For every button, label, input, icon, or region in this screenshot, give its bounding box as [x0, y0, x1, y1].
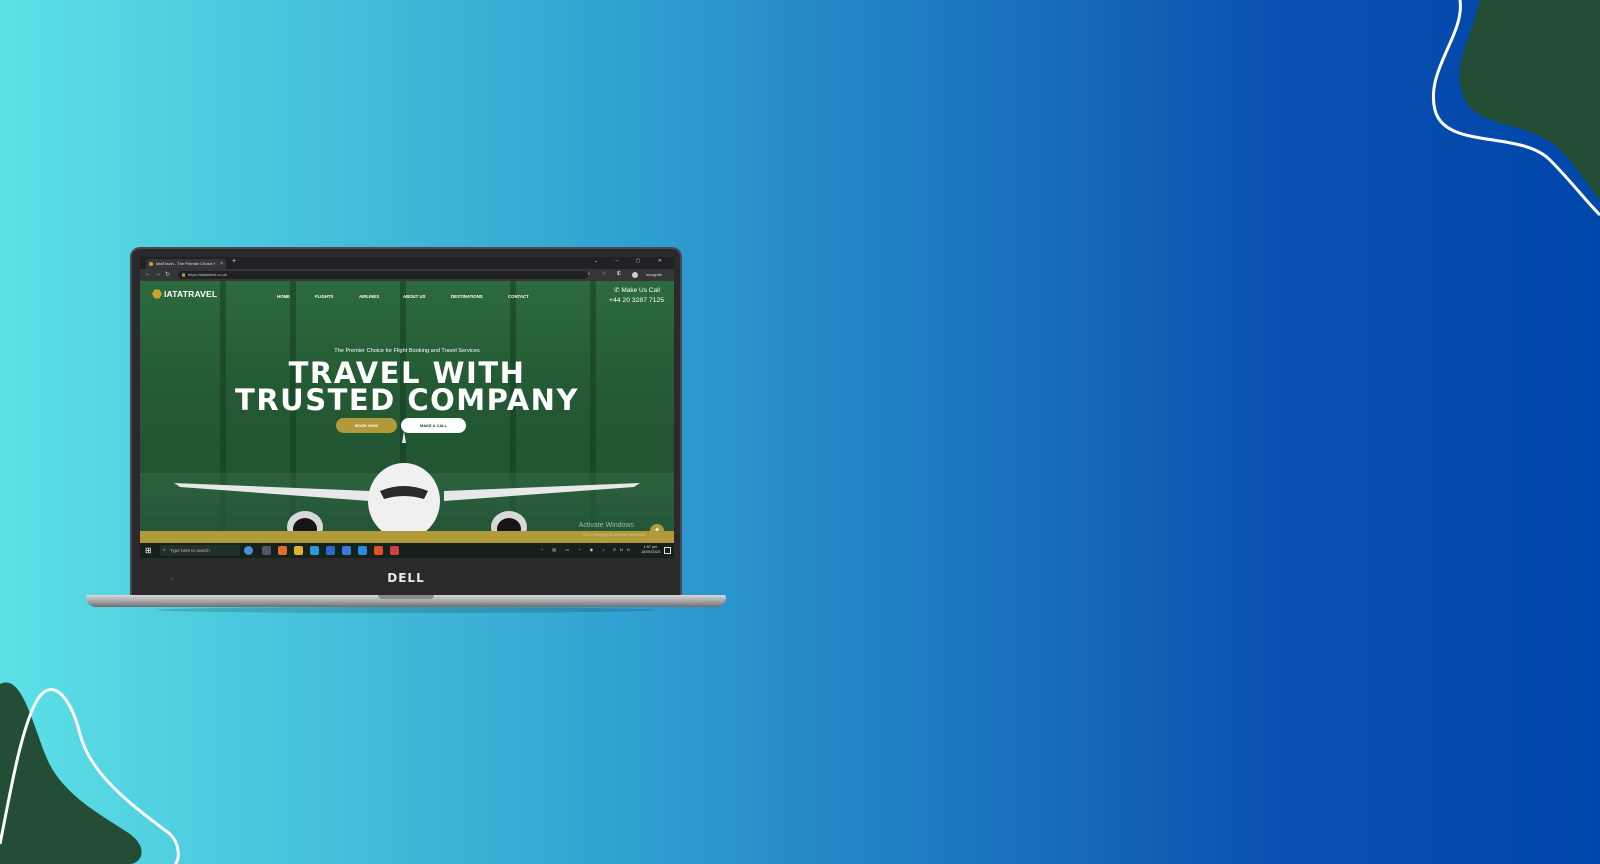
app-icon[interactable] [326, 546, 335, 555]
taskbar-clock[interactable]: 1:57 pm 15/05/2023 [641, 545, 660, 555]
back-icon[interactable]: ← [145, 271, 151, 277]
nav-home[interactable]: HOME [277, 294, 290, 299]
browser-address-bar: ← → ↻ 🔒 https://iatatravel.co.uk ⌕ ☆ ◧ I… [140, 269, 674, 281]
profile-label[interactable]: Incognito [646, 272, 662, 277]
clock-date: 15/05/2023 [640, 550, 660, 554]
taskbar-search[interactable]: ⌕ Type here to search [160, 545, 240, 556]
incognito-icon [632, 272, 638, 278]
new-tab-icon[interactable]: + [232, 258, 236, 265]
nav-destinations[interactable]: DESTINATIONS [451, 294, 483, 299]
widgets-icon[interactable] [244, 546, 253, 555]
logo-text: IATATRAVEL [164, 289, 218, 299]
tab-title: IataTravel - The Premier Choice f [156, 261, 215, 266]
nav-airlines[interactable]: AIRLINES [359, 294, 379, 299]
website-hero: IATATRAVEL HOME FLIGHTS AIRLINES ABOUT U… [140, 281, 674, 543]
windows-start-icon[interactable]: ⊞ [145, 546, 152, 555]
nav-about-us[interactable]: ABOUT US [403, 294, 425, 299]
browser-tab[interactable]: IataTravel - The Premier Choice f × [146, 259, 226, 269]
favicon-icon [149, 262, 153, 266]
decorative-blob-top-right [1431, 0, 1600, 217]
windows-taskbar: ⊞ ⌕ Type here to search ^ ▤ ▭ ◔ ◉ ♪ ENG … [140, 543, 674, 558]
laptop-screen: IataTravel - The Premier Choice f × + ⌄ … [140, 257, 674, 558]
site-logo[interactable]: IATATRAVEL [152, 289, 217, 299]
close-icon[interactable]: × [220, 259, 223, 269]
search-icon: ⌕ [163, 547, 166, 553]
reload-icon[interactable]: ↻ [165, 271, 170, 278]
notification-icon[interactable] [664, 547, 671, 554]
window-controls[interactable]: ⌄ – ▢ ✕ [594, 258, 670, 264]
logo-hexagon-icon [152, 289, 162, 299]
forward-icon[interactable]: → [155, 271, 161, 277]
floating-action-button[interactable]: ✦ [650, 524, 664, 538]
make-us-call-label[interactable]: ✆ Make Us Call [614, 286, 660, 294]
laptop-shadow [156, 607, 656, 613]
activate-windows-title: Activate Windows [578, 522, 634, 529]
address-bar-icons[interactable]: ⌕ ☆ ◧ [588, 271, 626, 277]
chrome-icon[interactable] [390, 546, 399, 555]
app-icon[interactable] [342, 546, 351, 555]
laptop-mockup: IataTravel - The Premier Choice f × + ⌄ … [86, 247, 726, 617]
activate-windows-subtitle: Go to Settings to activate Windows. [582, 532, 646, 537]
edge-icon[interactable] [310, 546, 319, 555]
laptop-lid: IataTravel - The Premier Choice f × + ⌄ … [130, 247, 682, 597]
nav-flights[interactable]: FLIGHTS [315, 294, 333, 299]
file-explorer-icon[interactable] [294, 546, 303, 555]
browser-tab-bar: IataTravel - The Premier Choice f × + ⌄ … [140, 257, 674, 269]
hero-kicker: The Premier Choice for Flight Booking an… [334, 348, 480, 354]
app-icon[interactable] [278, 546, 287, 555]
url-text: https://iatatravel.co.uk [188, 272, 227, 277]
phone-number[interactable]: +44 20 3287 7125 [609, 297, 664, 304]
taskbar-search-placeholder: Type here to search [170, 548, 210, 553]
hero-headline: TRAVEL WITH TRUSTED COMPANY [140, 359, 674, 417]
decorative-blob-bottom-left [0, 682, 180, 864]
task-view-icon[interactable] [262, 546, 271, 555]
url-field[interactable]: 🔒 https://iatatravel.co.uk [178, 271, 588, 279]
lock-icon: 🔒 [181, 272, 186, 277]
system-tray-icons[interactable]: ^ ▤ ▭ ◔ ◉ ♪ ENG [541, 547, 634, 552]
vscode-icon[interactable] [358, 546, 367, 555]
laptop-notch [378, 595, 434, 599]
dell-logo: DELL [387, 571, 425, 585]
headline-line-2: TRUSTED COMPANY [235, 383, 579, 417]
nav-contact[interactable]: CONTACT [508, 294, 529, 299]
app-icon[interactable] [374, 546, 383, 555]
